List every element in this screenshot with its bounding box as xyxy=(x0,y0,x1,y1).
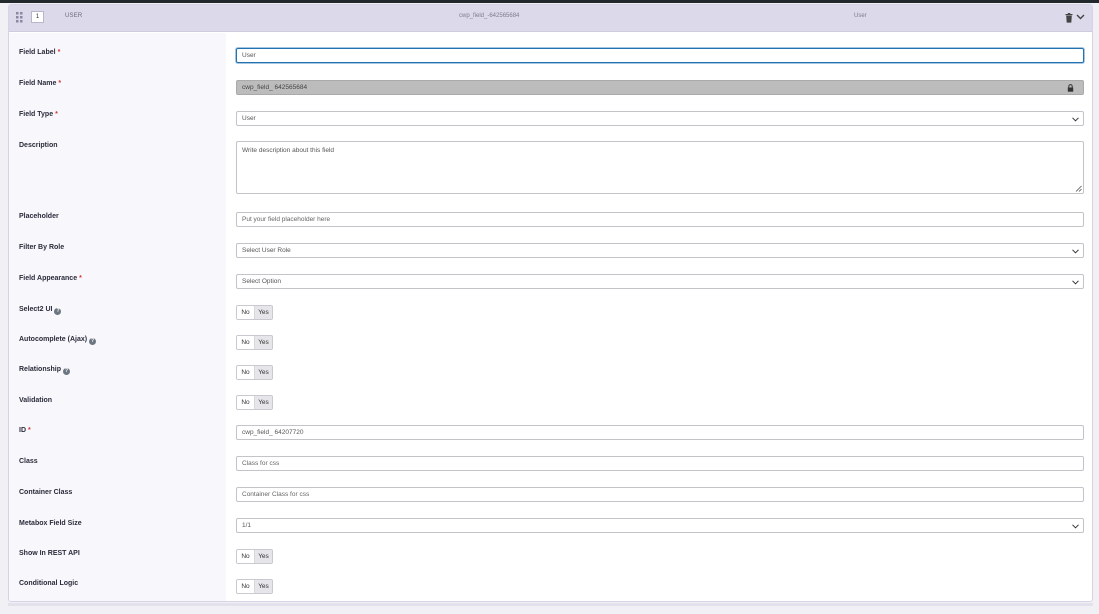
filter-by-role-label: Filter By Role xyxy=(19,244,65,251)
resize-grip-icon[interactable] xyxy=(1075,185,1082,192)
help-icon[interactable]: ? xyxy=(63,368,71,375)
drag-handle-icon[interactable] xyxy=(16,12,25,23)
field-type-value: User xyxy=(242,115,256,122)
class-input[interactable]: Class for css xyxy=(236,456,1084,471)
chevron-down-icon xyxy=(1072,280,1079,285)
description-textarea[interactable]: Write description about this field xyxy=(236,141,1084,194)
toggle-yes[interactable]: Yes xyxy=(255,306,272,319)
toggle-no[interactable]: No xyxy=(237,306,255,319)
field-panel: 1 USER cwp_field_-642565684 User Field L… xyxy=(8,4,1093,602)
field-name-input: cwp_field_ 642565684 xyxy=(236,80,1084,95)
toggle-no[interactable]: No xyxy=(237,580,255,593)
filter-by-role-select[interactable]: Select User Role xyxy=(236,243,1084,258)
autocomplete-label: Autocomplete (Ajax)? xyxy=(19,336,97,345)
panel-shadow xyxy=(8,603,1093,606)
help-icon[interactable]: ? xyxy=(54,308,62,315)
description-placeholder: Write description about this field xyxy=(242,147,335,154)
conditional-logic-label: Conditional Logic xyxy=(19,580,79,587)
field-type-select[interactable]: User xyxy=(236,111,1084,126)
labels-column xyxy=(9,33,226,601)
field-label-label: Field Label * xyxy=(19,49,61,56)
select2-ui-toggle[interactable]: No Yes xyxy=(236,305,273,320)
toggle-yes[interactable]: Yes xyxy=(255,366,272,379)
toggle-yes[interactable]: Yes xyxy=(255,336,272,349)
lock-icon xyxy=(1067,84,1074,92)
metabox-field-size-label: Metabox Field Size xyxy=(19,520,82,527)
chevron-down-icon xyxy=(1072,117,1079,122)
help-icon[interactable]: ? xyxy=(89,338,97,345)
chevron-down-icon xyxy=(1072,524,1079,529)
description-label: Description xyxy=(19,142,58,149)
field-name-label: Field Name * xyxy=(19,80,62,87)
id-input[interactable]: cwp_field_ 64207720 xyxy=(236,425,1084,440)
toggle-no[interactable]: No xyxy=(237,550,255,563)
conditional-logic-toggle[interactable]: No Yes xyxy=(236,579,273,594)
field-name-value: cwp_field_ 642565684 xyxy=(242,84,308,91)
field-appearance-label: Field Appearance * xyxy=(19,275,82,282)
chevron-down-icon[interactable] xyxy=(1076,14,1085,20)
show-in-rest-label: Show In REST API xyxy=(19,550,80,557)
toggle-no[interactable]: No xyxy=(237,396,255,409)
metabox-field-size-value: 1/1 xyxy=(242,522,252,529)
chevron-down-icon xyxy=(1072,249,1079,254)
field-label-input[interactable]: User xyxy=(236,48,1084,63)
validation-label: Validation xyxy=(19,397,53,404)
toggle-yes[interactable]: Yes xyxy=(255,550,272,563)
class-label: Class xyxy=(19,458,38,465)
relationship-label: Relationship? xyxy=(19,366,71,375)
header-field-label: User xyxy=(854,13,867,19)
header-field-name: cwp_field_-642565684 xyxy=(459,13,520,19)
toggle-no[interactable]: No xyxy=(237,336,255,349)
admin-top-bar xyxy=(0,0,1099,3)
field-appearance-select[interactable]: Select Option xyxy=(236,274,1084,289)
container-class-label: Container Class xyxy=(19,489,73,496)
metabox-field-size-select[interactable]: 1/1 xyxy=(236,518,1084,533)
validation-toggle[interactable]: No Yes xyxy=(236,395,273,410)
field-appearance-value: Select Option xyxy=(242,278,282,285)
field-header[interactable]: 1 USER cwp_field_-642565684 User xyxy=(9,5,1092,32)
header-field-type: USER xyxy=(65,13,83,19)
trash-icon[interactable] xyxy=(1065,13,1073,23)
relationship-toggle[interactable]: No Yes xyxy=(236,365,273,380)
placeholder-label: Placeholder xyxy=(19,213,59,220)
show-in-rest-toggle[interactable]: No Yes xyxy=(236,549,273,564)
id-label: ID * xyxy=(19,427,31,434)
select2-ui-label: Select2 UI? xyxy=(19,306,62,315)
autocomplete-toggle[interactable]: No Yes xyxy=(236,335,273,350)
field-order-input[interactable]: 1 xyxy=(31,11,44,23)
placeholder-input[interactable]: Put your field placeholder here xyxy=(236,212,1084,227)
toggle-no[interactable]: No xyxy=(237,366,255,379)
filter-by-role-value: Select User Role xyxy=(242,247,291,254)
toggle-yes[interactable]: Yes xyxy=(255,396,272,409)
container-class-input[interactable]: Container Class for css xyxy=(236,487,1084,502)
toggle-yes[interactable]: Yes xyxy=(255,580,272,593)
field-type-label: Field Type * xyxy=(19,111,58,118)
